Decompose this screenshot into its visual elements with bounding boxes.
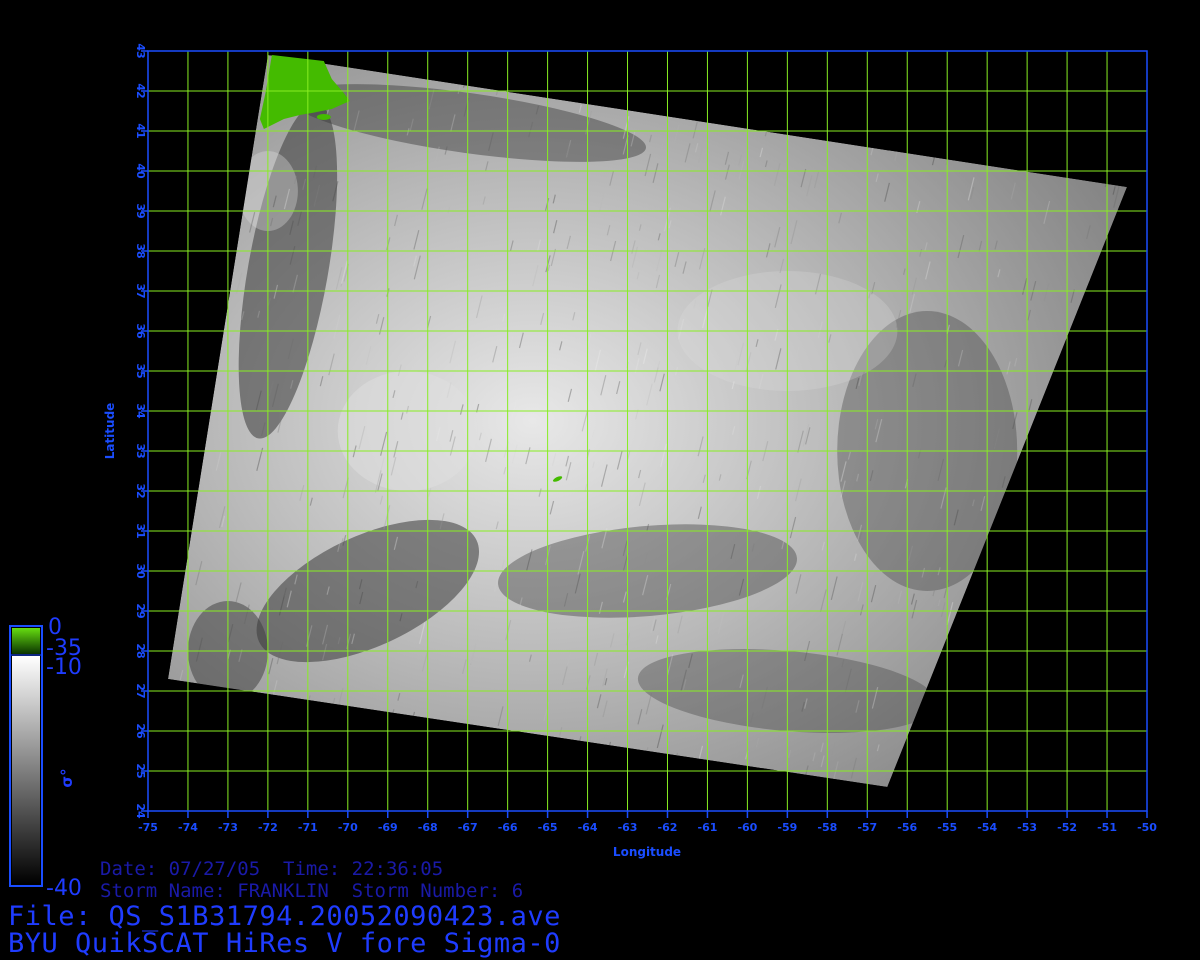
y-tick-label: 28 xyxy=(134,643,147,658)
x-tick-label: -51 xyxy=(1097,821,1117,834)
y-tick-label: 31 xyxy=(134,523,147,538)
x-tick-label: -66 xyxy=(498,821,518,834)
x-tick-label: -65 xyxy=(538,821,558,834)
y-tick-label: 34 xyxy=(134,403,147,419)
bright-area-0 xyxy=(337,371,478,491)
colorbar-gray-bottom-label: -40 xyxy=(46,876,82,901)
y-axis-label: Latitude xyxy=(103,403,117,460)
x-axis-label: Longitude xyxy=(613,845,681,859)
x-tick-label: -67 xyxy=(458,821,478,834)
x-tick-label: -50 xyxy=(1137,821,1157,834)
x-tick-label: -71 xyxy=(298,821,318,834)
colorbar-sigma-label: σ° xyxy=(58,768,76,787)
y-tick-label: 35 xyxy=(134,363,147,378)
y-tick-label: 27 xyxy=(134,683,147,698)
storm-name-line: Storm Name: FRANKLIN Storm Number: 6 xyxy=(100,880,524,902)
map-plot: -75 -74 -73 -72 -71 -70 -69 -68 -67 -66 -65 -64 -63 -… xyxy=(9,43,1157,901)
y-tick-label: 25 xyxy=(134,763,147,778)
x-tick-label: -58 xyxy=(817,821,837,834)
x-tick-label: -63 xyxy=(618,821,638,834)
y-tick-label: 43 xyxy=(134,43,147,58)
x-tick-label: -68 xyxy=(418,821,438,834)
y-tick-label: 42 xyxy=(134,83,147,98)
longitude-tick-labels: -75 -74 -73 -72 -71 -70 -69 -68 -67 -66 -65 -64 -63 -… xyxy=(138,821,1157,834)
y-tick-label: 38 xyxy=(134,243,147,258)
y-tick-label: 30 xyxy=(134,563,147,579)
latitude-tick-labels: 24 25 26 27 28 29 30 31 32 33 34 35 36 37 38 39 40 41 42 43 xyxy=(134,43,147,819)
x-tick-label: -73 xyxy=(218,821,238,834)
y-tick-label: 32 xyxy=(134,483,147,498)
date-time-line: Date: 07/27/05 Time: 22:36:05 xyxy=(100,858,444,880)
x-tick-label: -59 xyxy=(777,821,797,834)
x-tick-label: -61 xyxy=(698,821,718,834)
x-tick-label: -55 xyxy=(937,821,957,834)
product-title-line: BYU QuikSCAT HiRes V fore Sigma-0 xyxy=(8,928,561,959)
y-tick-label: 41 xyxy=(134,123,147,138)
x-tick-label: -52 xyxy=(1057,821,1077,834)
x-tick-label: -54 xyxy=(977,821,997,834)
colorbar-land-segment xyxy=(12,628,40,654)
file-name-line: File: QS_S1B31794.20052090423.ave xyxy=(8,901,561,932)
x-tick-label: -60 xyxy=(737,821,757,834)
x-tick-label: -74 xyxy=(178,821,198,834)
x-tick-label: -70 xyxy=(338,821,358,834)
colorbar-gray-segment xyxy=(12,656,40,884)
x-tick-label: -53 xyxy=(1017,821,1037,834)
y-tick-label: 26 xyxy=(134,723,147,739)
x-tick-label: -72 xyxy=(258,821,278,834)
x-tick-label: -64 xyxy=(578,821,598,834)
x-tick-label: -57 xyxy=(857,821,877,834)
x-tick-label: -75 xyxy=(138,821,158,834)
y-tick-label: 33 xyxy=(134,443,147,458)
x-tick-label: -69 xyxy=(378,821,398,834)
x-tick-label: -56 xyxy=(897,821,917,834)
colorbar-gray-top-label: -10 xyxy=(46,655,82,680)
y-tick-label: 36 xyxy=(134,323,147,339)
y-tick-label: 37 xyxy=(134,283,147,298)
sigma0-swath-image xyxy=(168,55,1127,787)
x-tick-label: -62 xyxy=(658,821,678,834)
y-tick-label: 24 xyxy=(134,803,147,819)
y-tick-label: 39 xyxy=(134,203,147,218)
island-marthas-vineyard xyxy=(316,114,331,120)
y-tick-label: 29 xyxy=(134,603,147,618)
y-tick-label: 40 xyxy=(134,163,147,179)
colorbar: 0 -35 -10 -40 σ° xyxy=(9,615,82,901)
